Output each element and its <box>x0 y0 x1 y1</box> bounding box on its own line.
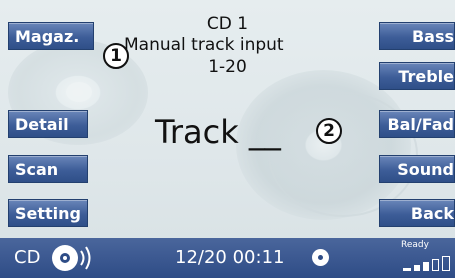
cd-playing-waves-icon <box>80 246 91 270</box>
signal-strength-icon <box>403 255 453 271</box>
detail-button[interactable]: Detail <box>8 110 88 138</box>
signal-bar-5 <box>442 256 450 271</box>
cd-watermark-left-hole <box>66 82 92 102</box>
balance-fader-button-label: Bal/Fad <box>387 115 454 134</box>
setting-button[interactable]: Setting <box>8 199 88 227</box>
callout-2: 2 <box>316 118 342 144</box>
signal-bar-3 <box>423 262 429 271</box>
signal-bar-1 <box>403 268 411 271</box>
disc-indicator-icon <box>312 249 329 266</box>
track-range: 1-20 <box>208 57 247 77</box>
status-source-label: CD <box>14 247 41 268</box>
scan-button-label: Scan <box>15 160 59 179</box>
source-title: CD 1 <box>206 14 249 34</box>
cd-disc-icon <box>52 245 78 271</box>
signal-bar-4 <box>432 259 439 271</box>
audio-screen: Magaz. Detail Scan Setting Bass Treble B… <box>0 0 455 278</box>
sound-button[interactable]: Sound <box>379 155 455 183</box>
status-bar: CD 12/20 00:11 Ready <box>0 238 455 278</box>
scan-button[interactable]: Scan <box>8 155 88 183</box>
mode-title: Manual track input <box>124 35 284 55</box>
setting-button-label: Setting <box>15 204 81 223</box>
back-button-label: Back <box>410 204 454 223</box>
track-input-field: Track __ <box>155 113 281 151</box>
ready-label: Ready <box>401 240 429 250</box>
track-time-readout: 12/20 00:11 <box>175 247 285 268</box>
back-button[interactable]: Back <box>379 199 455 227</box>
sound-button-label: Sound <box>397 160 454 179</box>
balance-fader-button[interactable]: Bal/Fad <box>379 110 455 138</box>
signal-bar-2 <box>414 265 420 271</box>
detail-button-label: Detail <box>15 115 69 134</box>
